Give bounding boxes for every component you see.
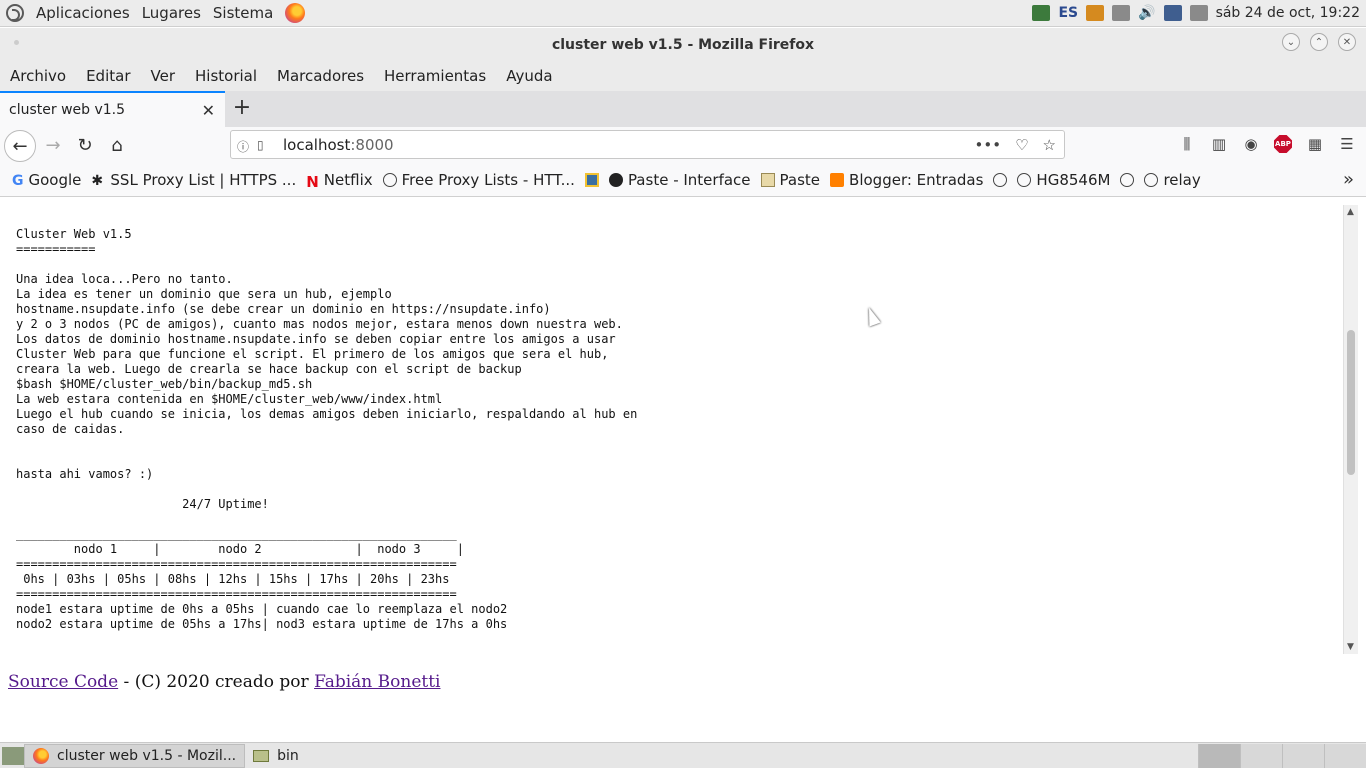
menubar: Archivo Editar Ver Historial Marcadores … xyxy=(0,61,1366,91)
bookmark-relay[interactable]: relay xyxy=(1144,171,1201,189)
menu-historial[interactable]: Historial xyxy=(195,67,257,85)
pocket-icon[interactable]: ♡ xyxy=(1015,136,1028,154)
keyboard-layout-indicator[interactable]: ES xyxy=(1058,5,1078,21)
forward-button[interactable]: → xyxy=(38,130,68,160)
bookmark-free-proxy[interactable]: Free Proxy Lists - HTT... xyxy=(382,171,575,189)
bookmark-ssl-proxy[interactable]: ✱ SSL Proxy List | HTTPS ... xyxy=(91,171,296,189)
screenshot-icon[interactable] xyxy=(1032,5,1051,21)
menu-herramientas[interactable]: Herramientas xyxy=(384,67,486,85)
chevron-more-icon[interactable]: » xyxy=(1343,169,1354,190)
close-tab-icon[interactable]: ✕ xyxy=(202,101,215,120)
readme-text: Cluster Web v1.5 =========== Una idea lo… xyxy=(16,227,638,631)
page-footer: Source Code - (C) 2020 creado por Fabián… xyxy=(8,672,440,692)
paste-icon xyxy=(608,172,623,187)
site-info-icon[interactable]: ⓘ xyxy=(237,138,251,154)
bookmark-paste-interface[interactable]: Paste - Interface xyxy=(608,171,751,189)
extensions-icon[interactable]: ▦ xyxy=(1306,135,1324,153)
scroll-up-icon[interactable]: ▲ xyxy=(1347,207,1354,217)
readme-frame[interactable]: Cluster Web v1.5 =========== Una idea lo… xyxy=(0,197,1358,654)
library-icon[interactable]: ⫼ xyxy=(1178,135,1196,153)
window-menu-icon[interactable] xyxy=(14,40,19,45)
bookmark-blogger[interactable]: Blogger: Entradas xyxy=(830,171,983,189)
bookmark-python[interactable] xyxy=(584,172,599,187)
bookmark-globe-1[interactable] xyxy=(993,172,1008,187)
workspace-4[interactable] xyxy=(1324,743,1366,768)
menu-ver[interactable]: Ver xyxy=(151,67,176,85)
network-icon[interactable] xyxy=(1112,5,1131,21)
taskbar-item-firefox[interactable]: cluster web v1.5 - Mozil... xyxy=(24,743,246,768)
distro-logo-icon[interactable] xyxy=(6,4,24,22)
navigation-toolbar: ← → ↻ ⌂ ⓘ ▯ localhost:8000 ••• ♡ ☆ ⫼ ▥ ◉… xyxy=(0,127,1366,163)
workspace-3[interactable] xyxy=(1282,743,1324,768)
home-button[interactable]: ⌂ xyxy=(102,130,132,160)
show-desktop-icon[interactable] xyxy=(2,746,24,765)
menu-archivo[interactable]: Archivo xyxy=(10,67,66,85)
account-icon[interactable]: ◉ xyxy=(1242,135,1260,153)
firefox-launcher-icon[interactable] xyxy=(285,3,306,23)
volume-icon[interactable]: 🔊 xyxy=(1138,5,1155,21)
vertical-scrollbar[interactable]: ▲ ▼ xyxy=(1343,205,1358,654)
window-titlebar[interactable]: cluster web v1.5 - Mozilla Firefox ⌄ ⌃ ✕ xyxy=(0,28,1366,61)
bookmark-globe-2[interactable] xyxy=(1120,172,1135,187)
menu-places[interactable]: Lugares xyxy=(142,4,201,22)
clock[interactable]: sáb 24 de oct, 19:22 xyxy=(1216,5,1360,21)
page-icon: ▯ xyxy=(257,137,264,152)
tab-cluster-web[interactable]: cluster web v1.5 ✕ xyxy=(0,91,225,127)
folder-icon xyxy=(253,749,270,762)
menu-marcadores[interactable]: Marcadores xyxy=(277,67,364,85)
adblock-plus-icon[interactable]: ABP xyxy=(1274,135,1292,153)
top-panel: Aplicaciones Lugares Sistema ES 🔊 sáb 24… xyxy=(0,0,1366,27)
tab-label: cluster web v1.5 xyxy=(9,102,126,118)
source-code-link[interactable]: Source Code xyxy=(8,672,118,692)
back-button[interactable]: ← xyxy=(4,130,36,162)
google-icon: G xyxy=(12,172,24,189)
user-icon[interactable] xyxy=(1189,5,1208,21)
page-actions-icon[interactable]: ••• xyxy=(975,136,1002,154)
url-bar[interactable]: ⓘ ▯ localhost:8000 ••• ♡ ☆ xyxy=(230,130,1065,159)
bookmark-hg8546m[interactable]: HG8546M xyxy=(1017,171,1110,189)
minimize-button[interactable]: ⌄ xyxy=(1282,33,1300,51)
menu-applications[interactable]: Aplicaciones xyxy=(36,4,130,22)
globe-icon xyxy=(1144,172,1159,187)
globe-icon xyxy=(1120,172,1135,187)
firefox-icon xyxy=(33,747,49,764)
hamburger-menu-icon[interactable]: ☰ xyxy=(1338,135,1356,153)
taskbar-item-bin[interactable]: bin xyxy=(245,744,307,768)
bookmark-netflix[interactable]: N Netflix xyxy=(306,171,372,191)
bookmark-star-icon[interactable]: ☆ xyxy=(1043,136,1056,154)
system-tray: ES 🔊 sáb 24 de oct, 19:22 xyxy=(1032,5,1360,21)
globe-icon xyxy=(382,172,397,187)
workspace-1[interactable] xyxy=(1198,743,1240,768)
bookmark-paste[interactable]: Paste xyxy=(760,171,820,189)
window-title: cluster web v1.5 - Mozilla Firefox xyxy=(551,36,815,53)
new-tab-button[interactable]: + xyxy=(230,95,254,120)
scroll-down-icon[interactable]: ▼ xyxy=(1347,642,1354,652)
url-text[interactable]: localhost:8000 xyxy=(283,136,394,154)
globe-icon xyxy=(1017,172,1032,187)
clipboard-icon xyxy=(760,172,775,187)
author-link[interactable]: Fabián Bonetti xyxy=(314,672,440,692)
maximize-button[interactable]: ⌃ xyxy=(1310,33,1328,51)
close-window-button[interactable]: ✕ xyxy=(1338,33,1356,51)
menu-ayuda[interactable]: Ayuda xyxy=(506,67,552,85)
blogger-icon xyxy=(830,172,845,187)
sidebar-icon[interactable]: ▥ xyxy=(1210,135,1228,153)
reload-button[interactable]: ↻ xyxy=(70,130,100,160)
workspace-2[interactable] xyxy=(1240,743,1282,768)
workspace-switcher xyxy=(1198,743,1366,768)
signal-strength-icon[interactable] xyxy=(1163,5,1182,21)
python-icon xyxy=(584,172,599,187)
netflix-icon: N xyxy=(306,172,319,191)
scroll-thumb[interactable] xyxy=(1347,330,1355,475)
footer-text: - (C) 2020 creado por xyxy=(118,672,315,692)
bookmarks-toolbar: G Google ✱ SSL Proxy List | HTTPS ... N Net… xyxy=(0,163,1366,197)
clipboard-icon[interactable] xyxy=(1086,5,1105,21)
tab-strip: cluster web v1.5 ✕ + xyxy=(0,91,1366,127)
globe-icon xyxy=(993,172,1008,187)
bookmark-google[interactable]: G Google xyxy=(12,171,81,189)
menu-system[interactable]: Sistema xyxy=(213,4,273,22)
proxy-icon: ✱ xyxy=(91,172,104,189)
bottom-taskbar: cluster web v1.5 - Mozil... bin xyxy=(0,742,1366,768)
menu-editar[interactable]: Editar xyxy=(86,67,130,85)
